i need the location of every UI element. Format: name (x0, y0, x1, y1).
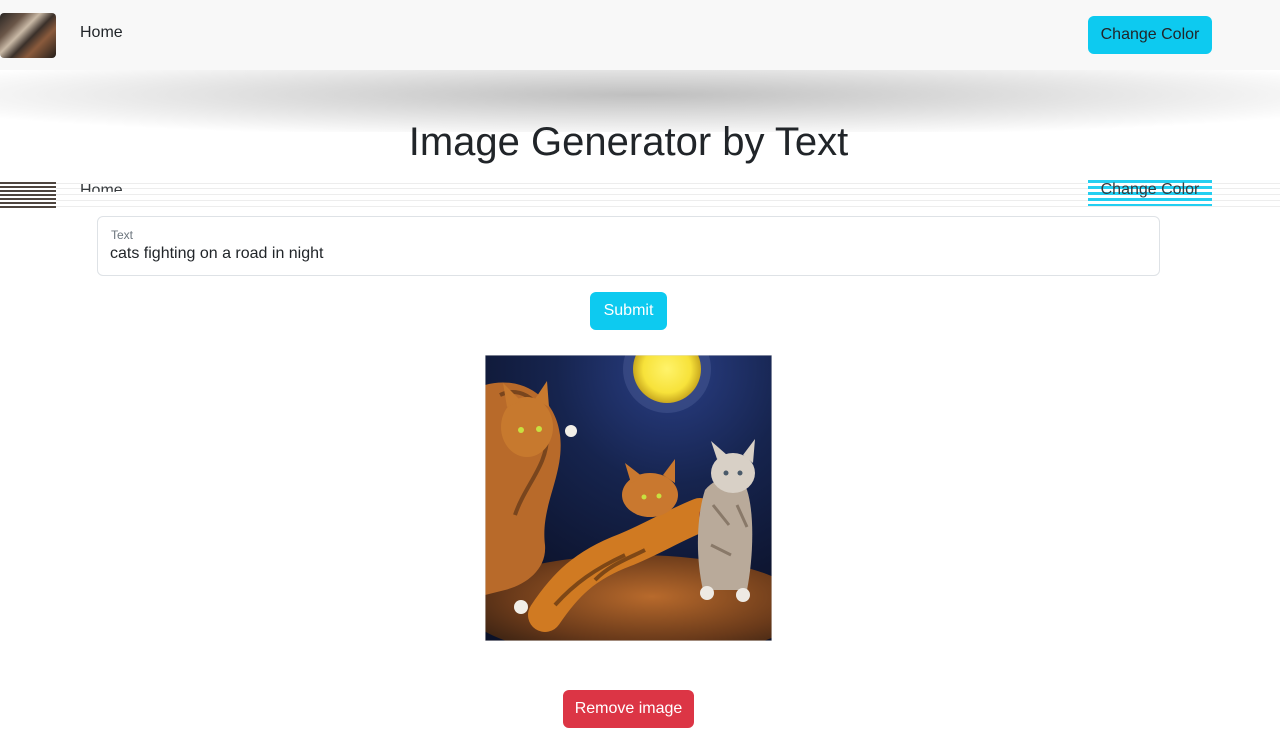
ghost-logo (0, 182, 56, 208)
generated-image-artwork (485, 355, 772, 641)
generated-image (485, 355, 772, 641)
ghost-line (56, 206, 1280, 207)
page-title: Image Generator by Text (408, 120, 849, 164)
navbar-ghost-artifact: Home Change Color (0, 180, 1280, 210)
ghost-change-color-button: Change Color (1088, 180, 1212, 206)
ghost-home-text: Home (80, 182, 123, 199)
text-field[interactable]: Text (97, 216, 1160, 276)
change-color-button[interactable]: Change Color (1088, 16, 1212, 54)
text-input[interactable] (110, 245, 1140, 263)
submit-button[interactable]: Submit (590, 292, 667, 330)
remove-image-button[interactable]: Remove image (563, 690, 694, 728)
nav-home-link[interactable]: Home (80, 24, 123, 42)
text-field-label: Text (111, 228, 134, 242)
brand-logo-image[interactable] (0, 13, 56, 58)
navbar: Home Change Color (0, 0, 1280, 70)
